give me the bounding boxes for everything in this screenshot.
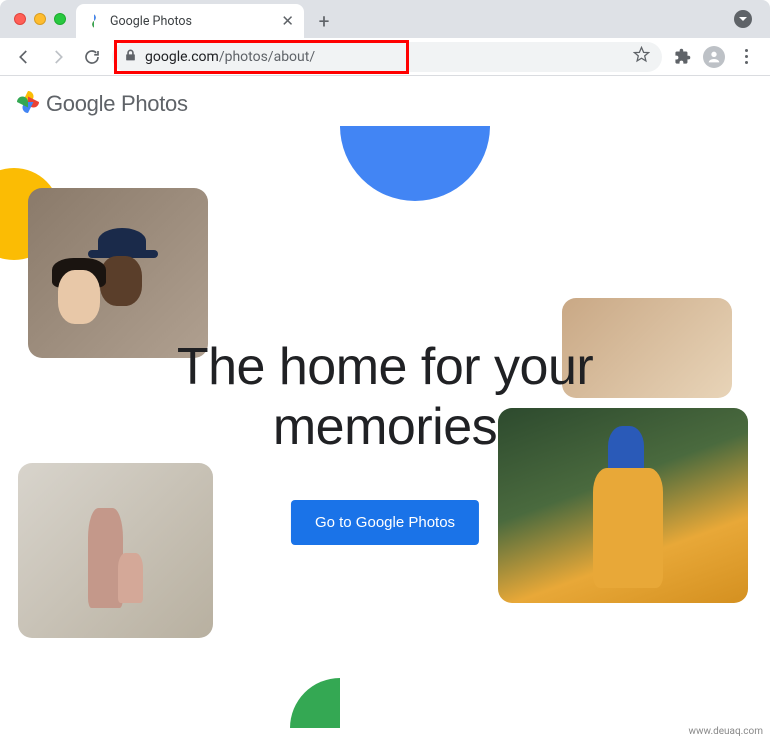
kebab-menu-button[interactable] <box>732 43 760 71</box>
maximize-window-button[interactable] <box>54 13 66 25</box>
logo-bar: Google Photos <box>0 76 770 128</box>
browser-chrome: Google Photos ✕ + google.com/photos/abou… <box>0 0 770 76</box>
lock-icon[interactable] <box>124 47 137 66</box>
close-window-button[interactable] <box>14 13 26 25</box>
watermark: www.deuaq.com <box>686 725 767 738</box>
star-icon[interactable] <box>633 46 650 67</box>
hero-photo-family <box>18 463 213 638</box>
chevron-down-icon[interactable] <box>734 10 752 28</box>
address-bar[interactable]: google.com/photos/about/ <box>112 42 662 72</box>
back-button[interactable] <box>10 43 38 71</box>
tab-bar: Google Photos ✕ + <box>0 0 770 38</box>
extensions-button[interactable] <box>668 43 696 71</box>
browser-tab[interactable]: Google Photos ✕ <box>76 4 304 38</box>
hero-line2: memories <box>273 398 497 456</box>
reload-button[interactable] <box>78 43 106 71</box>
hero-area: The home for your memories Go to Google … <box>0 128 770 728</box>
tab-title: Google Photos <box>110 14 273 29</box>
window-controls <box>8 13 76 25</box>
google-photos-logo-icon <box>16 90 40 118</box>
close-tab-icon[interactable]: ✕ <box>281 14 294 29</box>
blue-semicircle-shape <box>340 126 490 201</box>
logo-text: Google Photos <box>46 91 188 117</box>
url-text: google.com/photos/about/ <box>145 49 315 65</box>
green-quarter-shape <box>290 678 340 728</box>
forward-button[interactable] <box>44 43 72 71</box>
toolbar: google.com/photos/about/ <box>0 38 770 76</box>
go-to-google-photos-button[interactable]: Go to Google Photos <box>291 500 479 545</box>
page-content: Google Photos The home for your memories… <box>0 76 770 740</box>
minimize-window-button[interactable] <box>34 13 46 25</box>
hero-line1: The home for your <box>177 338 593 396</box>
hero-photo-couple <box>28 188 208 358</box>
new-tab-button[interactable]: + <box>310 7 338 35</box>
hero-title: The home for your memories <box>0 338 770 458</box>
google-photos-favicon-icon <box>86 13 102 29</box>
profile-button[interactable] <box>700 43 728 71</box>
